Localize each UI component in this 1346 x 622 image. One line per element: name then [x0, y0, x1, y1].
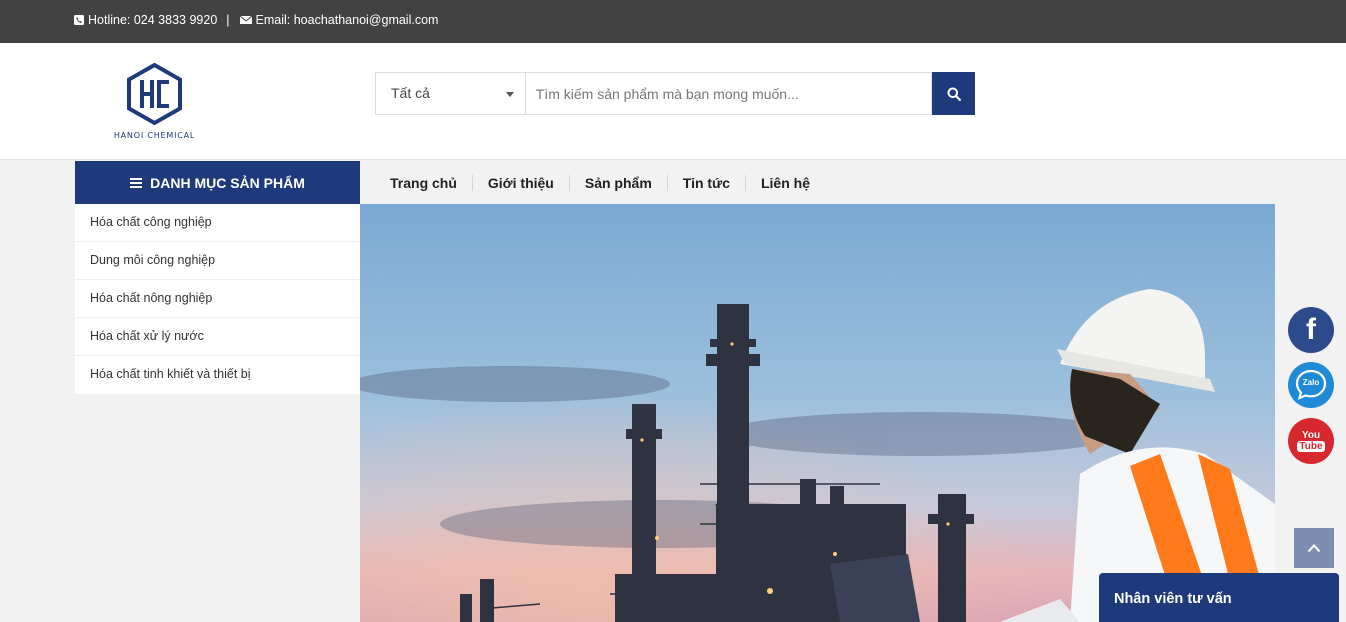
chat-widget[interactable]: Nhân viên tư vấn: [1099, 573, 1339, 622]
search-icon: [947, 87, 961, 101]
chat-widget-label: Nhân viên tư vấn: [1114, 591, 1232, 607]
category-list: Hóa chất công nghiệp Dung môi công nghiệ…: [75, 204, 360, 394]
category-item[interactable]: Hóa chất xử lý nước: [75, 318, 360, 356]
hamburger-icon: [130, 177, 143, 188]
topbar-separator: |: [226, 13, 230, 27]
nav-item-products[interactable]: Sản phẩm: [568, 174, 667, 191]
category-menu-header[interactable]: DANH MỤC SẢN PHẨM: [75, 161, 360, 204]
facebook-icon: f: [1306, 313, 1316, 346]
email-text[interactable]: Email: hoachathanoi@gmail.com: [256, 13, 439, 27]
search-button[interactable]: [932, 72, 975, 115]
nav-item-news[interactable]: Tin tức: [666, 174, 745, 191]
category-item[interactable]: Hóa chất tinh khiết và thiết bị: [75, 356, 360, 394]
category-item[interactable]: Hóa chất nông nghiệp: [75, 280, 360, 318]
category-menu-title: DANH MỤC SẢN PHẨM: [150, 174, 305, 191]
zalo-label: Zalo: [1302, 378, 1320, 387]
site-logo[interactable]: HANOI CHEMICAL: [107, 62, 202, 143]
hexagon-hc-logo-icon: [127, 62, 182, 126]
category-select-value: Tất cả: [391, 85, 430, 101]
refinery-banner-image: [360, 204, 1275, 622]
nav-item-home[interactable]: Trang chủ: [375, 175, 472, 191]
category-item[interactable]: Hóa chất công nghiệp: [75, 204, 360, 242]
youtube-label-you: You: [1301, 430, 1321, 441]
zalo-button[interactable]: Zalo: [1288, 362, 1334, 408]
search-input[interactable]: [524, 72, 933, 115]
hero-banner[interactable]: [360, 204, 1275, 622]
category-item[interactable]: Dung môi công nghiệp: [75, 242, 360, 280]
chevron-up-icon: [1307, 544, 1321, 553]
back-to-top-button[interactable]: [1294, 528, 1334, 568]
logo-text: HANOI CHEMICAL: [113, 131, 196, 140]
phone-icon: [74, 15, 84, 25]
header: HANOI CHEMICAL Tất cả: [0, 43, 1346, 160]
search-bar: Tất cả: [375, 72, 975, 115]
youtube-label-tube: Tube: [1297, 441, 1325, 452]
youtube-icon: You Tube: [1297, 430, 1325, 452]
nav-item-about[interactable]: Giới thiệu: [471, 174, 569, 191]
nav-item-contact[interactable]: Liên hệ: [744, 174, 825, 191]
main-nav: Trang chủ Giới thiệu Sản phẩm Tin tức Li…: [375, 161, 825, 204]
youtube-button[interactable]: You Tube: [1288, 418, 1334, 464]
category-select[interactable]: Tất cả: [375, 72, 525, 115]
hotline-text[interactable]: Hotline: 024 3833 9920: [88, 13, 217, 27]
caret-down-icon: [505, 92, 514, 97]
facebook-button[interactable]: f: [1288, 307, 1334, 353]
top-bar: Hotline: 024 3833 9920 | Email: hoachath…: [0, 0, 1346, 43]
envelope-icon: [239, 15, 252, 24]
